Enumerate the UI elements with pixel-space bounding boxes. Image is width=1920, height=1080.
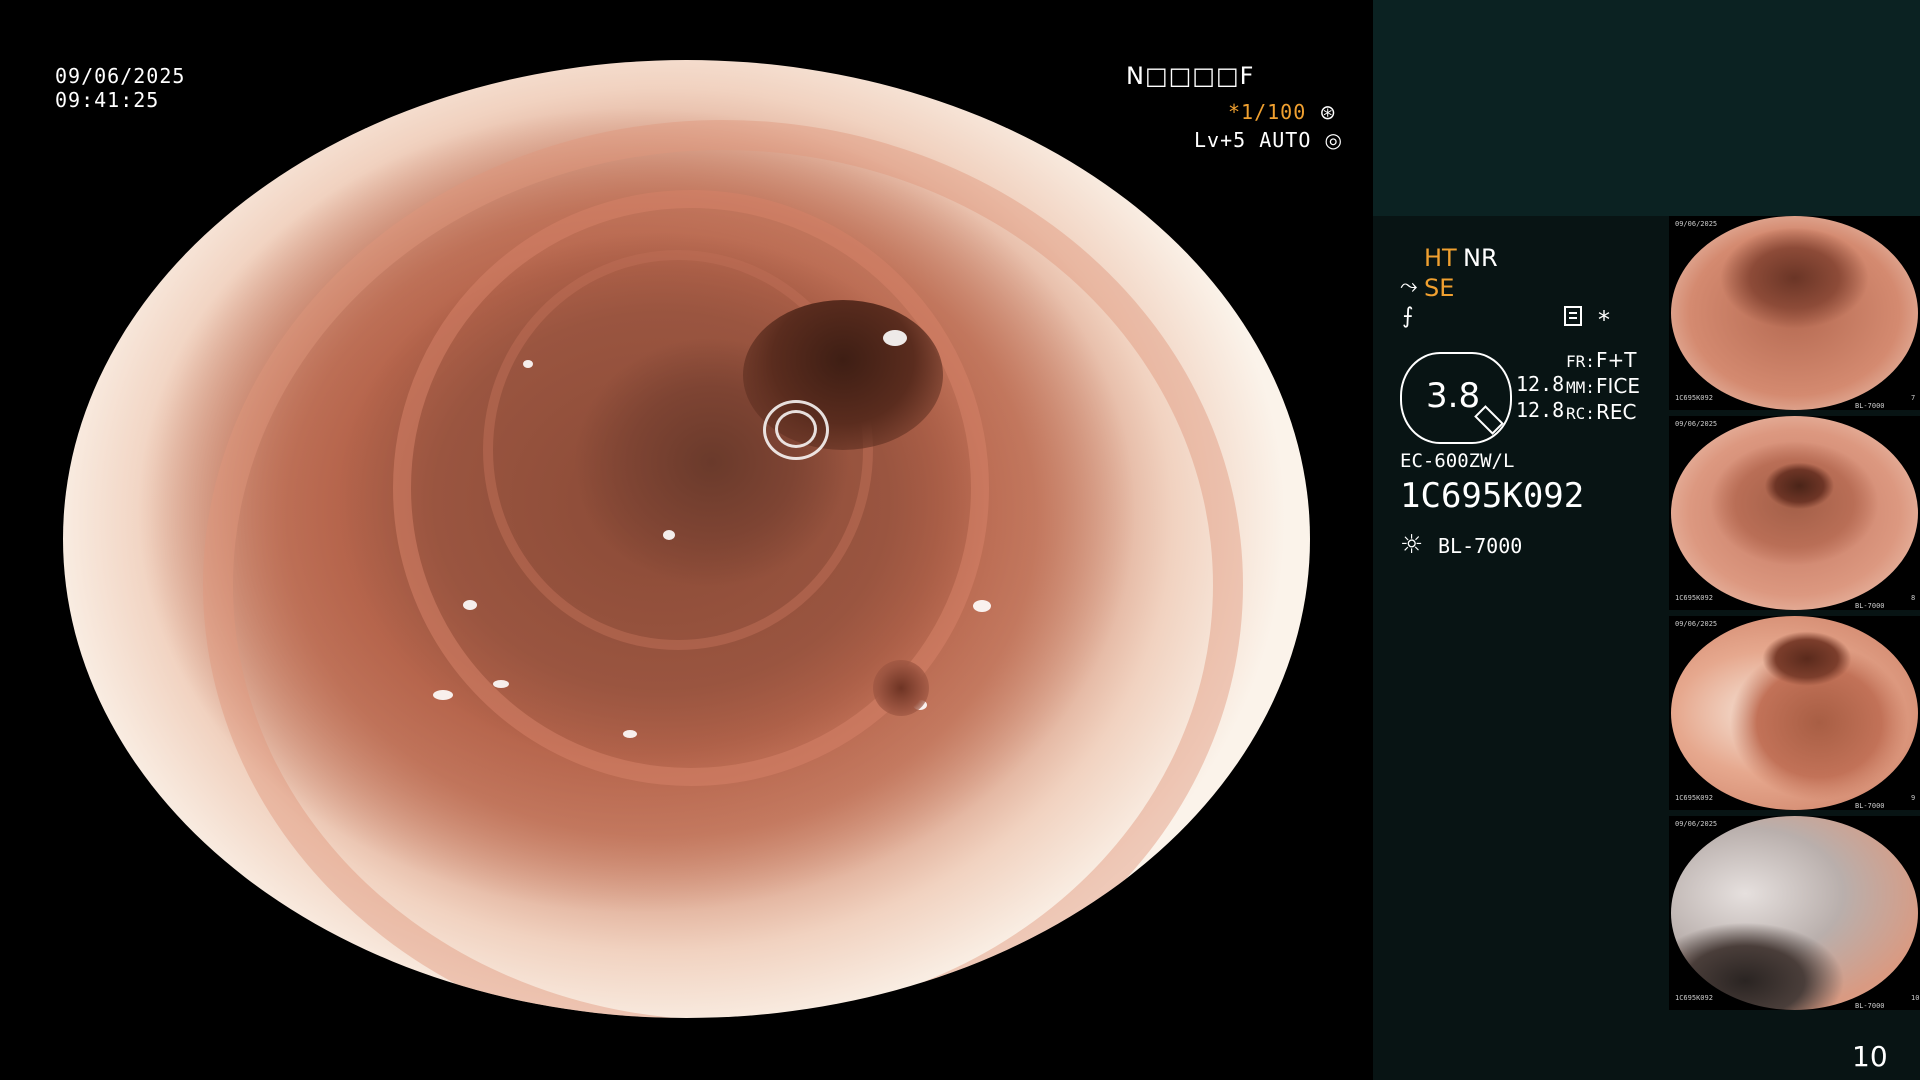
iris-mode: AUTO (1259, 128, 1312, 152)
light-reflection (973, 600, 991, 612)
fr-value: 12.8 (1516, 372, 1565, 396)
zoom-badge: 3.8 (1400, 352, 1512, 444)
thumbnail-index: 7 (1911, 394, 1916, 402)
thumbnail-serial: 1C695K092 (1675, 994, 1713, 1002)
endoscope-live-view: 09/06/2025 09:41:25 N□□□□F *1/100 ⊛ Lv+5… (0, 0, 1373, 1080)
rc-mode: REC (1596, 400, 1637, 424)
scope-serial: 1C695K092 (1400, 476, 1585, 516)
light-reflection (663, 530, 675, 540)
thumbnail-date: 09/06/2025 (1675, 620, 1718, 628)
thumbnail-source: BL-7000 (1855, 402, 1885, 410)
scope-model: EC-600ZW/L (1400, 450, 1515, 472)
thumbnail-date: 09/06/2025 (1675, 420, 1718, 428)
light-source: BL-7000 (1438, 534, 1523, 558)
thumbnail[interactable]: 09/06/2025 1C695K092 BL-7000 8 (1669, 416, 1920, 610)
light-reflection (493, 680, 509, 688)
thumbnail-serial: 1C695K092 (1675, 794, 1713, 802)
mm-mode: FICE (1596, 374, 1641, 398)
thumbnail[interactable]: 09/06/2025 1C695K092 BL-7000 7 (1669, 216, 1920, 410)
thumbnail[interactable]: 09/06/2025 1C695K092 BL-7000 10 (1669, 816, 1920, 1010)
thumbnail-serial: 1C695K092 (1675, 594, 1713, 602)
zoom-value: 3.8 (1426, 376, 1481, 416)
light-reflection (523, 360, 533, 368)
patient-code: N□□□□F (1126, 62, 1255, 90)
settings-line (1569, 312, 1577, 314)
thumbnail-index: 9 (1911, 794, 1916, 802)
light-reflection (433, 690, 453, 700)
thumbnail-date: 09/06/2025 (1675, 220, 1718, 228)
fr-label: FR: (1566, 352, 1595, 371)
brightness-level: Lv+5 AUTO ◎ (1194, 128, 1343, 152)
mucosal-opening (873, 660, 929, 716)
thumbnail-image (1671, 216, 1918, 410)
thumbnail-serial: 1C695K092 (1675, 394, 1713, 402)
thumbnail-index: 8 (1911, 594, 1916, 602)
optical-mask (0, 1018, 1373, 1080)
scope-bend-icon: ⤳ (1400, 274, 1418, 299)
thumbnail-image (1671, 816, 1918, 1010)
settings-line (1569, 317, 1577, 319)
nr-indicator: NR (1463, 244, 1498, 272)
capture-time: 09:41:25 (55, 88, 160, 112)
thumbnail-date: 09/06/2025 (1675, 820, 1718, 828)
capture-thumbnails: 09/06/2025 1C695K092 BL-7000 7 09/06/202… (1669, 216, 1920, 1016)
thumbnail-image (1671, 616, 1918, 810)
light-reflection (623, 730, 637, 738)
thumbnail-image (1671, 416, 1918, 610)
light-reflection (775, 410, 817, 448)
panel-header (1373, 0, 1920, 216)
level-value: Lv+5 (1194, 128, 1247, 152)
asterisk-indicator: * (1598, 306, 1610, 334)
ht-indicator: HT (1424, 244, 1457, 272)
optical-mask (0, 0, 1373, 60)
thumbnail-source: BL-7000 (1855, 602, 1885, 610)
mm-label: MM: (1566, 378, 1595, 397)
mm-value: 12.8 (1516, 398, 1565, 422)
light-reflection (463, 600, 477, 610)
shutter-icon: ⊛ (1319, 100, 1338, 124)
thumbnail-source: BL-7000 (1855, 802, 1885, 810)
light-source-icon: ☼ (1400, 530, 1424, 560)
fr-mode: F+T (1596, 348, 1637, 372)
mucosal-fold (203, 120, 1243, 1018)
thumbnail-index: 10 (1911, 994, 1920, 1002)
freeze-icon: ⨍ (1402, 304, 1414, 329)
thumbnail-source: BL-7000 (1855, 1002, 1885, 1010)
shutter-value: *1/100 (1228, 100, 1307, 124)
thumbnail[interactable]: 09/06/2025 1C695K092 BL-7000 9 (1669, 616, 1920, 810)
capture-count: 10 (1852, 1040, 1888, 1073)
shutter-speed: *1/100 ⊛ (1228, 100, 1337, 124)
rc-label: RC: (1566, 404, 1595, 423)
capture-date: 09/06/2025 (55, 64, 186, 88)
endoscopic-image (63, 60, 1310, 1018)
iris-icon: ◎ (1324, 128, 1343, 152)
se-indicator: SE (1424, 274, 1455, 302)
settings-panel-icon (1564, 306, 1582, 326)
light-reflection (883, 330, 907, 346)
